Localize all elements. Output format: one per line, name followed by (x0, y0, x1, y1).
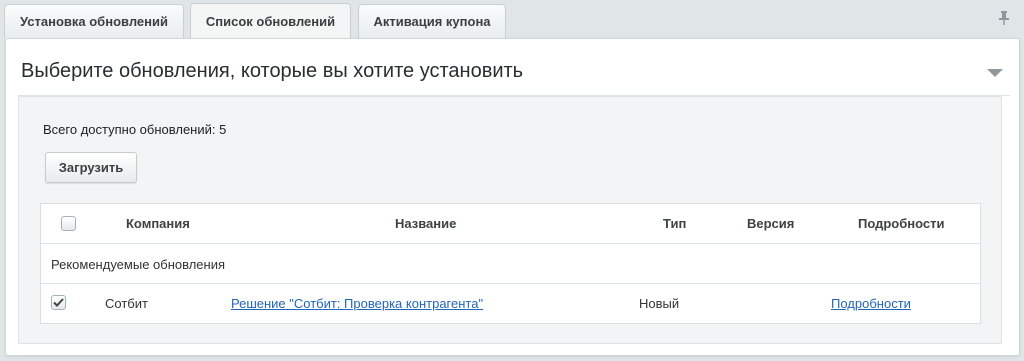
load-button[interactable]: Загрузить (45, 152, 137, 183)
group-label: Рекомендуемые обновления (51, 257, 226, 272)
updates-content: Всего доступно обновлений: 5 Загрузить К… (18, 96, 1002, 344)
row-type: Новый (639, 296, 680, 311)
header-version: Версия (747, 216, 795, 231)
table-row: Сотбит Решение "Сотбит: Проверка контраг… (41, 284, 980, 323)
header-type: Тип (663, 216, 687, 231)
tab-label: Установка обновлений (20, 14, 168, 29)
group-row: Рекомендуемые обновления (41, 244, 980, 284)
total-updates-count: Всего доступно обновлений: 5 (43, 122, 227, 137)
section-title: Выберите обновления, которые вы хотите у… (21, 60, 524, 82)
updates-panel: Выберите обновления, которые вы хотите у… (5, 38, 1020, 356)
section-header: Выберите обновления, которые вы хотите у… (18, 46, 1010, 96)
tab-updates-list[interactable]: Список обновлений (190, 3, 351, 38)
row-company: Сотбит (105, 296, 148, 311)
tabs-bar: Установка обновлений Список обновлений А… (0, 0, 1024, 38)
tab-label: Активация купона (373, 14, 491, 29)
select-all-checkbox[interactable] (61, 216, 76, 231)
pin-icon[interactable] (998, 10, 1010, 26)
row-details-link[interactable]: Подробности (831, 296, 911, 311)
header-name: Название (395, 216, 457, 231)
checkmark-icon (53, 298, 64, 307)
header-company: Компания (126, 216, 190, 231)
row-checkbox[interactable] (51, 295, 66, 310)
row-name-link[interactable]: Решение "Сотбит: Проверка контрагента" (231, 296, 483, 311)
tab-install-updates[interactable]: Установка обновлений (4, 4, 184, 38)
updates-table: Компания Название Тип Версия Подробности… (40, 203, 981, 324)
header-details: Подробности (858, 216, 945, 231)
chevron-down-icon[interactable] (986, 66, 1004, 78)
tab-label: Список обновлений (205, 13, 336, 29)
table-header: Компания Название Тип Версия Подробности (41, 204, 980, 244)
tab-coupon-activation[interactable]: Активация купона (358, 4, 506, 38)
